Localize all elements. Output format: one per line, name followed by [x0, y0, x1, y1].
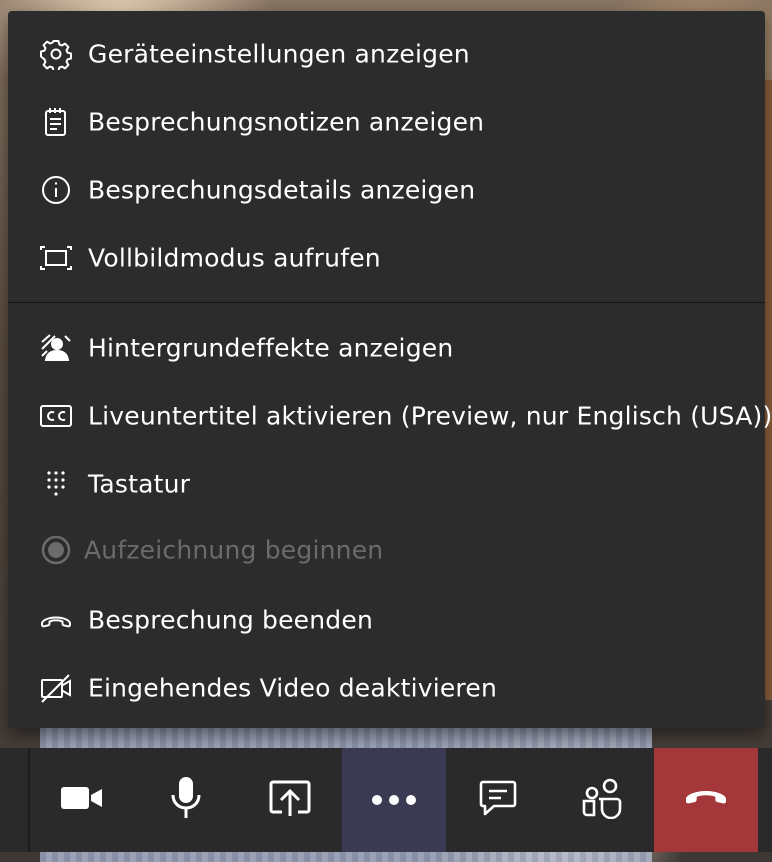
- microphone-icon: [168, 775, 204, 825]
- more-options-button[interactable]: [342, 748, 446, 852]
- gear-icon: [40, 38, 72, 70]
- background-effects-icon: [40, 332, 72, 364]
- menu-item-device-settings[interactable]: Geräteeinstellungen anzeigen: [8, 23, 765, 85]
- menu-item-end-meeting[interactable]: Besprechung beenden: [8, 589, 765, 651]
- end-meeting-icon: [40, 604, 72, 636]
- menu-item-label: Besprechungsnotizen anzeigen: [88, 107, 485, 137]
- menu-item-label: Aufzeichnung beginnen: [84, 535, 384, 565]
- menu-item-label: Besprechungsdetails anzeigen: [88, 175, 476, 205]
- more-options-menu: Geräteeinstellungen anzeigen Besprechung…: [8, 11, 772, 728]
- share-screen-button[interactable]: [238, 748, 342, 852]
- record-icon: [40, 534, 72, 566]
- menu-item-label: Vollbildmodus aufrufen: [88, 243, 381, 273]
- menu-item-label: Liveuntertitel aktivieren (Preview, nur …: [88, 401, 772, 431]
- participants-icon: [581, 777, 623, 823]
- menu-item-background-effects[interactable]: Hintergrundeffekte anzeigen: [8, 317, 765, 379]
- menu-item-meeting-details[interactable]: Besprechungsdetails anzeigen: [8, 159, 765, 221]
- chat-button[interactable]: [446, 748, 550, 852]
- participants-button[interactable]: [550, 748, 654, 852]
- fullscreen-icon: [40, 242, 72, 274]
- camera-icon: [59, 781, 105, 819]
- menu-item-keypad[interactable]: Tastatur: [8, 453, 765, 515]
- hangup-icon: [684, 788, 728, 812]
- share-screen-icon: [268, 778, 312, 822]
- menu-item-label: Hintergrundeffekte anzeigen: [88, 333, 454, 363]
- menu-item-start-recording: Aufzeichnung beginnen: [8, 519, 765, 581]
- menu-item-label: Eingehendes Video deaktivieren: [88, 673, 497, 703]
- menu-item-meeting-notes[interactable]: Besprechungsnotizen anzeigen: [8, 91, 765, 153]
- menu-item-disable-incoming-video[interactable]: Eingehendes Video deaktivieren: [8, 657, 765, 719]
- menu-item-label: Tastatur: [88, 469, 191, 499]
- closed-captions-icon: [40, 400, 72, 432]
- video-off-icon: [40, 672, 72, 704]
- info-icon: [40, 174, 72, 206]
- keypad-icon: [40, 468, 72, 500]
- more-options-icon: [371, 791, 417, 810]
- menu-item-label: Besprechung beenden: [88, 605, 374, 635]
- menu-item-live-captions[interactable]: Liveuntertitel aktivieren (Preview, nur …: [8, 385, 772, 447]
- microphone-button[interactable]: [134, 748, 238, 852]
- camera-button[interactable]: [30, 748, 134, 852]
- hangup-button[interactable]: [654, 748, 758, 852]
- menu-item-fullscreen[interactable]: Vollbildmodus aufrufen: [8, 227, 765, 289]
- chat-icon: [478, 778, 518, 822]
- menu-divider: [8, 302, 765, 303]
- notes-icon: [40, 106, 72, 138]
- menu-item-label: Geräteeinstellungen anzeigen: [88, 39, 470, 69]
- call-controls-bar: [0, 748, 772, 852]
